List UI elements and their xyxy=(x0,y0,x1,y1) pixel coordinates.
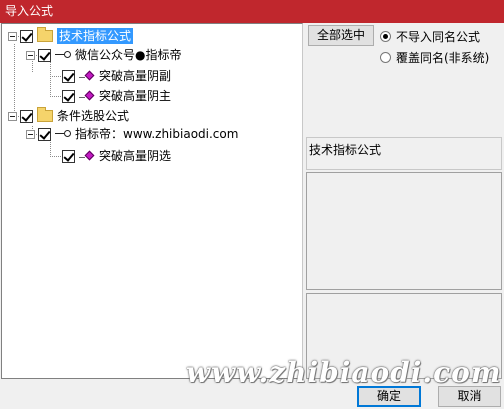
tree-connector xyxy=(50,76,62,77)
tree-leaf-formula[interactable]: 突破高量阴副 xyxy=(62,66,171,86)
formula-diamond-icon xyxy=(79,70,95,82)
tree-node-author1[interactable]: 微信公众号●指标帝 xyxy=(26,45,181,65)
key-icon xyxy=(55,129,71,139)
folder-icon xyxy=(37,107,53,122)
author2-checkbox[interactable] xyxy=(38,127,51,141)
collapse-icon[interactable] xyxy=(8,111,17,121)
radio-label[interactable]: 不导入同名公式 xyxy=(396,28,480,45)
author1-checkbox[interactable] xyxy=(38,48,51,62)
tree-leaf-formula[interactable]: 突破高量阴选 xyxy=(62,146,171,166)
group2-checkbox[interactable] xyxy=(20,109,33,123)
tree-leaf-formula[interactable]: 突破高量阴主 xyxy=(62,86,171,106)
radio-skip-duplicates[interactable]: 不导入同名公式 xyxy=(380,27,480,45)
group1-checkbox[interactable] xyxy=(20,29,33,43)
tree-leaf-label[interactable]: 突破高量阴选 xyxy=(99,146,171,166)
tree-node-label[interactable]: 条件选股公式 xyxy=(57,106,129,126)
radio-label[interactable]: 覆盖同名(非系统) xyxy=(396,49,489,66)
tree-node-label[interactable]: 微信公众号●指标帝 xyxy=(75,45,181,65)
tree-connector xyxy=(50,142,51,156)
tree-node-group2[interactable]: 条件选股公式 xyxy=(8,106,129,126)
tree-node-label[interactable]: 技术指标公式 xyxy=(57,28,134,44)
window-titlebar: 导入公式 xyxy=(0,0,504,23)
tree-node-author2[interactable]: 指标帝：www.zhibiaodi.com xyxy=(26,124,238,144)
formula-diamond-icon xyxy=(79,150,95,162)
formula-checkbox[interactable] xyxy=(62,89,75,103)
tree-connector xyxy=(50,96,62,97)
window-title: 导入公式 xyxy=(5,4,54,18)
collapse-icon[interactable] xyxy=(26,50,35,60)
formula-type-label: 技术指标公式 xyxy=(309,143,382,157)
tree-leaf-label[interactable]: 突破高量阴副 xyxy=(99,66,171,86)
ok-button[interactable]: 确定 xyxy=(357,386,421,407)
radio-overwrite-duplicates[interactable]: 覆盖同名(非系统) xyxy=(380,48,489,66)
radio-button[interactable] xyxy=(380,30,391,42)
collapse-icon[interactable] xyxy=(26,129,35,139)
formula-tree[interactable]: 技术指标公式 微信公众号●指标帝 突破高量阴副 突破高量阴主 条件选股公式 指标… xyxy=(1,23,303,379)
key-icon xyxy=(55,50,71,60)
formula-checkbox[interactable] xyxy=(62,69,75,83)
tree-connector xyxy=(50,156,62,157)
folder-icon xyxy=(37,27,53,42)
collapse-icon[interactable] xyxy=(8,31,17,41)
cancel-button[interactable]: 取消 xyxy=(438,386,501,407)
options-panel: 全部选中 不导入同名公式 覆盖同名(非系统) 技术指标公式 xyxy=(306,23,504,379)
formula-checkbox[interactable] xyxy=(62,149,75,163)
dialog-footer: 确定 取消 xyxy=(0,380,504,409)
tree-connector xyxy=(50,62,51,98)
formula-type-box: 技术指标公式 xyxy=(306,137,502,170)
select-all-button[interactable]: 全部选中 xyxy=(308,25,374,46)
radio-button[interactable] xyxy=(380,51,391,63)
tree-node-label[interactable]: 指标帝：www.zhibiaodi.com xyxy=(75,124,238,144)
formula-diamond-icon xyxy=(79,90,95,102)
formula-description-box xyxy=(306,172,502,290)
tree-node-group1[interactable]: 技术指标公式 xyxy=(8,26,134,46)
tree-leaf-label[interactable]: 突破高量阴主 xyxy=(99,86,171,106)
